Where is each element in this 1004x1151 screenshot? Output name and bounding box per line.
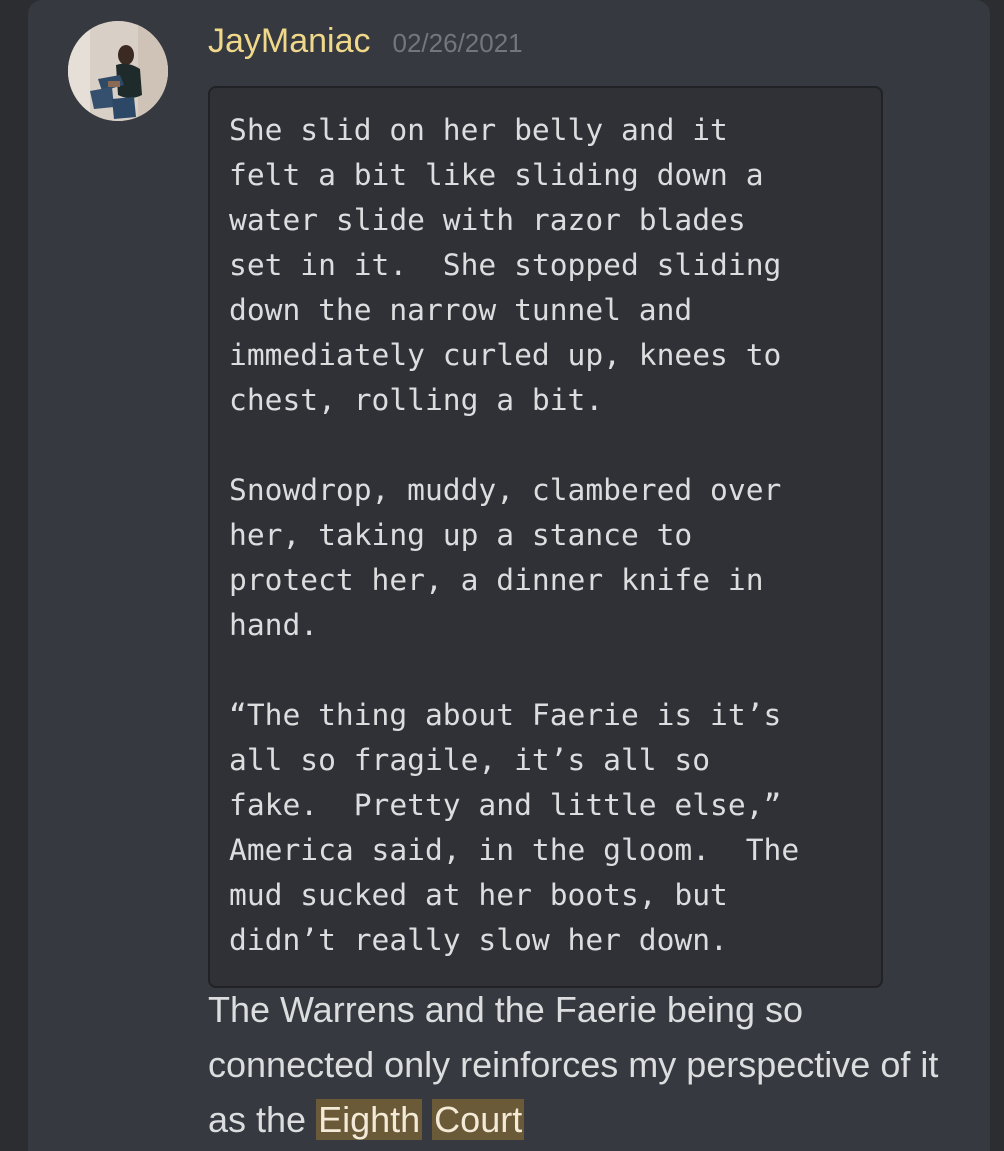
message-header: JayManiac 02/26/2021 — [208, 22, 523, 70]
message-timestamp: 02/26/2021 — [392, 28, 523, 58]
search-highlight-court: Court — [432, 1099, 525, 1140]
code-block: She slid on her belly and it felt a bit … — [208, 86, 883, 988]
code-block-text: She slid on her belly and it felt a bit … — [229, 113, 800, 957]
search-highlight-eighth: Eighth — [316, 1099, 423, 1140]
chat-view: JayManiac 02/26/2021 She slid on her bel… — [0, 0, 1004, 1151]
user-avatar[interactable] — [68, 21, 168, 121]
avatar-photo-icon — [68, 21, 168, 121]
message-body: The Warrens and the Faerie being so conn… — [208, 982, 978, 1147]
username[interactable]: JayManiac — [208, 22, 371, 61]
